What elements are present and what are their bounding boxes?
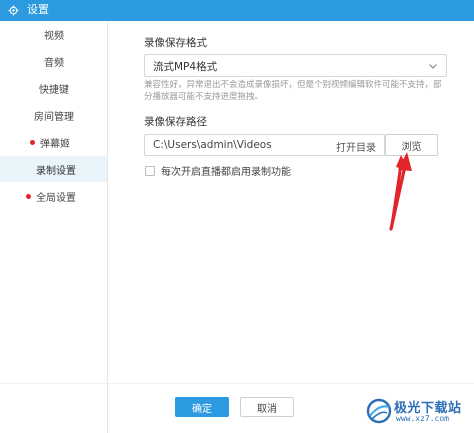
cancel-button[interactable]: 取消	[240, 397, 294, 417]
footer-divider	[0, 383, 474, 384]
sidebar-item-audio[interactable]: 音频	[0, 48, 107, 74]
format-select[interactable]: 流式MP4格式	[144, 54, 447, 77]
sidebar-item-label: 房间管理	[34, 111, 74, 123]
sidebar-item-video[interactable]: 视频	[0, 21, 107, 47]
chevron-down-icon	[429, 64, 437, 69]
watermark-url: www.xz7.com	[396, 414, 449, 423]
ok-button[interactable]: 确定	[175, 397, 229, 417]
notification-dot	[26, 194, 31, 199]
sidebar-item-label: 全局设置	[36, 192, 76, 204]
sidebar-item-record-settings[interactable]: 录制设置	[0, 156, 107, 182]
auto-record-checkbox[interactable]	[145, 165, 155, 176]
format-section-title: 录像保存格式	[144, 37, 207, 49]
sidebar-item-label: 视频	[44, 30, 64, 42]
watermark: 极光下载站 www.xz7.com	[366, 396, 472, 426]
browse-button[interactable]: 浏览	[385, 134, 438, 156]
record-settings-panel: 录像保存格式 流式MP4格式 兼容性好，异常退出不会造成录像损坏，但是个别视频编…	[109, 21, 474, 433]
sidebar-item-label: 弹幕姬	[40, 138, 70, 150]
path-section-title: 录像保存路径	[144, 116, 207, 128]
sidebar-item-label: 快捷键	[39, 84, 69, 96]
save-path-value: C:\Users\admin\Videos	[153, 139, 272, 151]
sidebar-item-label: 录制设置	[36, 165, 76, 177]
sidebar-item-hotkeys[interactable]: 快捷键	[0, 75, 107, 101]
auto-record-label: 每次开启直播都启用录制功能	[161, 167, 291, 178]
window-title: 设置	[27, 3, 49, 16]
sidebar: 视频 音频 快捷键 房间管理 弹幕姬 录制设置 全局设置	[0, 21, 108, 433]
open-directory-link[interactable]: 打开目录	[336, 139, 376, 154]
notification-dot	[30, 140, 35, 145]
auto-record-option[interactable]: 每次开启直播都启用录制功能	[145, 163, 291, 178]
save-path-field[interactable]: C:\Users\admin\Videos 打开目录	[144, 134, 385, 156]
sidebar-item-global-settings[interactable]: 全局设置	[0, 183, 107, 209]
sidebar-item-room-management[interactable]: 房间管理	[0, 102, 107, 128]
gear-icon	[8, 5, 19, 16]
site-logo-icon	[366, 398, 392, 424]
title-bar: 设置	[0, 0, 474, 21]
format-hint: 兼容性好，异常退出不会造成录像损坏，但是个别视频编辑软件可能不支持，部分播放器可…	[144, 80, 442, 102]
sidebar-item-label: 音频	[44, 57, 64, 69]
format-select-value: 流式MP4格式	[153, 61, 218, 73]
sidebar-item-danmaku[interactable]: 弹幕姬	[0, 129, 107, 155]
